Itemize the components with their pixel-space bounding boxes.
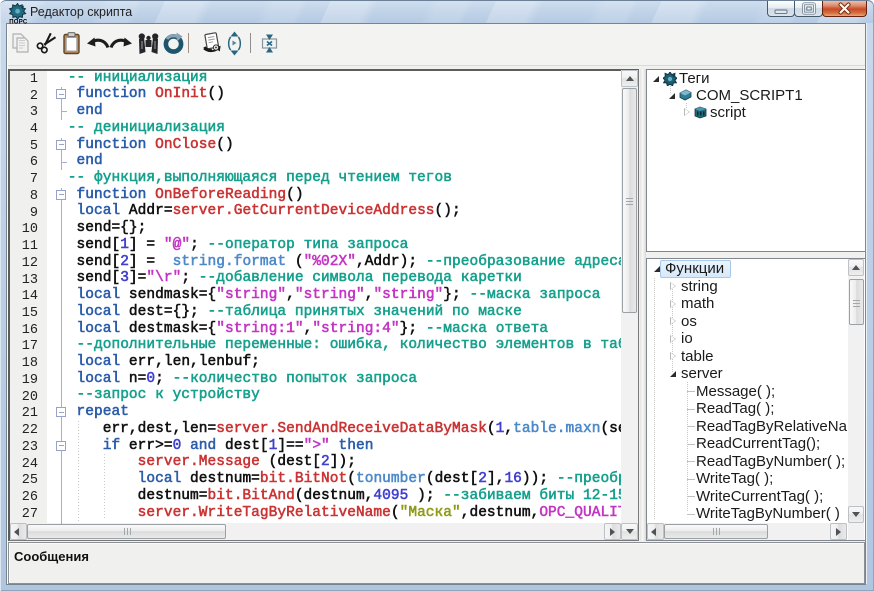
svg-text:ПОРС: ПОРС	[9, 19, 28, 24]
